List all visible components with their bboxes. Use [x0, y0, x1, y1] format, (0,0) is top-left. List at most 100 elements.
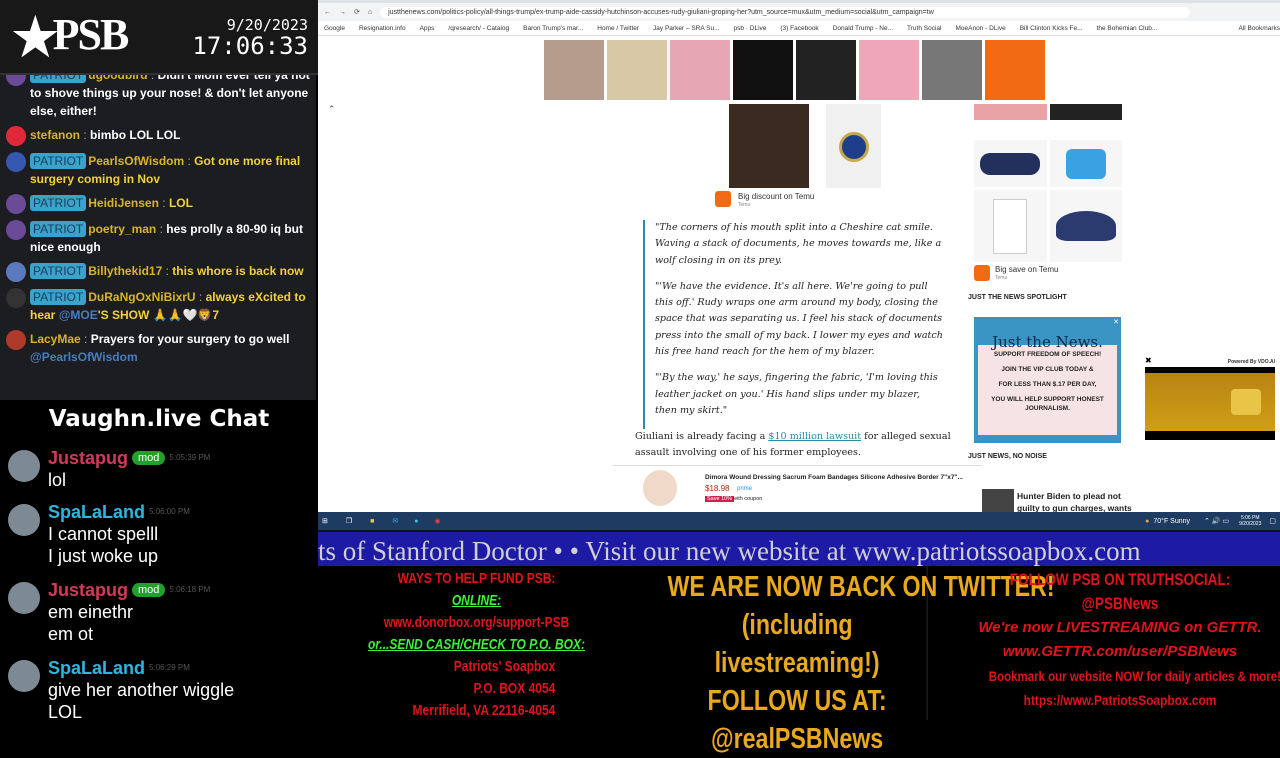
chat-text: give her another wiggle	[48, 680, 235, 700]
mail-icon[interactable]: ✉	[392, 517, 398, 525]
panel-line: Bookmark our website NOW for daily artic…	[988, 668, 1280, 684]
user-avatar	[8, 582, 40, 614]
start-icon[interactable]: ⊞	[322, 517, 328, 525]
chat-username[interactable]: DuRaNgOxNiBixrU	[88, 290, 195, 304]
chat-username[interactable]: stefanon	[30, 128, 80, 142]
address-line: Merrifield, VA 22116-4054	[412, 702, 556, 719]
vdo-label: Powered By VDO.AI	[1227, 359, 1275, 365]
bookmark-item[interactable]: Apps	[420, 25, 435, 32]
close-icon[interactable]: ✕	[1113, 318, 1119, 326]
chat-message: PATRIOT DuRaNgOxNiBixrU : always eXcited …	[0, 285, 316, 327]
reload-icon[interactable]: ⟳	[354, 8, 360, 16]
lawsuit-link[interactable]: $10 million lawsuit	[768, 431, 861, 442]
scroll-up-icon[interactable]: ⌃	[328, 104, 336, 115]
bookmark-item[interactable]: Home / Twitter	[597, 25, 639, 32]
chat-message: PATRIOT Billythekid17 : this whore is bac…	[0, 259, 316, 285]
chat-message: PATRIOT PearlsOfWisdom : Got one more fin…	[0, 149, 316, 191]
weather-text[interactable]: 70°F Sunny	[1153, 518, 1190, 525]
chat-username[interactable]: HeidiJensen	[88, 196, 159, 210]
chat-message: PATRIOT HeidiJensen : LOL	[0, 191, 316, 217]
address-line: P.O. BOX 4054	[473, 680, 556, 697]
close-icon[interactable]: ✖	[1145, 356, 1152, 365]
ad-banner[interactable]	[544, 40, 1049, 100]
panel-line: We're now LIVESTREAMING on GETTR.	[978, 619, 1262, 636]
chat-mention[interactable]: @MOE	[59, 308, 98, 322]
news-thumbnail[interactable]	[982, 489, 1014, 512]
chat-username[interactable]: Billythekid17	[88, 264, 162, 278]
edge-icon[interactable]: ●	[414, 518, 418, 525]
panel-line: www.GETTR.com/user/PSBNews	[1002, 643, 1238, 660]
prime-badge: prime	[737, 486, 753, 492]
chat-username[interactable]: Justapug	[48, 448, 128, 468]
panel-heading: WAYS TO HELP FUND PSB:	[397, 570, 556, 587]
chat-username[interactable]: ugoodbird	[88, 75, 147, 82]
bookmark-item[interactable]: Baron Trump's mar...	[523, 25, 583, 32]
task-view-icon[interactable]: ❐	[346, 517, 352, 525]
home-icon[interactable]: ⌂	[368, 9, 372, 16]
bookmark-item[interactable]: Donald Trump - Ne...	[833, 25, 893, 32]
chat-text: LOL	[48, 702, 83, 720]
chat-username[interactable]: SpaLaLand	[48, 502, 145, 522]
ad-source: Temu	[738, 202, 751, 208]
forward-icon[interactable]: →	[339, 9, 346, 16]
bookmark-item[interactable]: psb · DLive	[734, 25, 767, 32]
ad-product-image[interactable]	[826, 104, 881, 188]
user-avatar	[6, 152, 26, 172]
url-input[interactable]: justthenews.com/politics-policy/all-thin…	[380, 6, 1190, 18]
browser-window: ← → ⟳ ⌂ justthenews.com/politics-policy/all…	[318, 0, 1280, 512]
ad-line: JOIN THE VIP CLUB TODAY &	[1001, 366, 1094, 373]
jtn-logo: Just the News.	[992, 333, 1103, 351]
bookmark-item[interactable]: Truth Social	[907, 25, 941, 32]
bookmark-item[interactable]: All Bookmarks	[1238, 25, 1280, 32]
bookmark-item[interactable]: Bill Clinton Kicks Fe...	[1020, 25, 1083, 32]
ad-caption[interactable]: Big discount on Temu	[738, 192, 814, 201]
bookmark-item[interactable]: Resignation.info	[359, 25, 406, 32]
chat-username[interactable]: LacyMae	[30, 332, 81, 346]
bookmark-item[interactable]: MoeAnon - DLive	[955, 25, 1005, 32]
user-avatar	[8, 660, 40, 692]
tray-icons[interactable]: ⌃ 🔊 ▭	[1204, 517, 1229, 525]
chat-text: this whore is back now	[172, 264, 304, 278]
news-headline[interactable]: Hunter Biden to plead not guilty to gun …	[1017, 490, 1137, 512]
psb-logo: ★PSB	[12, 10, 129, 67]
chat-text: em einethr	[48, 602, 134, 622]
weather-icon: ●	[1145, 517, 1150, 525]
dlive-chat: PATRIOT ugoodbird : Didn't Mom ever tell …	[0, 75, 316, 400]
blockquote: "The corners of his mouth split into a C…	[643, 220, 943, 430]
chat-mention[interactable]: @PearlsOfWisdom	[30, 350, 138, 364]
overlay-clock: 17:06:33	[192, 32, 308, 60]
taskbar-clock[interactable]: 5:06 PM 9/20/2023	[1239, 515, 1261, 527]
back-icon[interactable]: ←	[324, 9, 331, 16]
patriot-badge: PATRIOT	[30, 221, 87, 237]
file-explorer-icon[interactable]: ■	[370, 518, 374, 525]
patriot-badge: PATRIOT	[30, 263, 87, 279]
notifications-icon[interactable]: ▢	[1269, 517, 1276, 525]
chat-username[interactable]: Justapug	[48, 580, 128, 600]
panel-line: https://www.PatriotsSoapbox.com	[1023, 692, 1217, 708]
windows-taskbar: ⊞ ❐ ■ ✉ ● ◉ ● 70°F Sunny ⌃ 🔊 ▭ 5:06 PM 9/…	[318, 512, 1280, 530]
panel-line: FOLLOW PSB ON TRUTHSOCIAL:	[1009, 570, 1231, 589]
section-heading: JUST THE NEWS SPOTLIGHT	[968, 294, 1067, 301]
jtn-vip-ad[interactable]: ✕ Just the News. SUPPORT FREEDOM OF SPEE…	[974, 317, 1121, 443]
vdo-video-player[interactable]: ✖ Powered By VDO.AI	[1145, 356, 1280, 442]
bookmark-item[interactable]: (3) Facebook	[780, 25, 818, 32]
chrome-icon[interactable]: ◉	[435, 517, 441, 525]
bookmark-item[interactable]: Google	[324, 25, 345, 32]
ad-product-image[interactable]	[729, 104, 809, 188]
chat-text: I just woke up	[48, 546, 159, 566]
bookmark-item[interactable]: Jay Parker – SRA Su...	[653, 25, 719, 32]
fund-psb-panel: WAYS TO HELP FUND PSB: ONLINE: www.donor…	[350, 566, 604, 720]
bookmark-item[interactable]: /qresearch/ - Catalog	[448, 25, 509, 32]
chat-message: PATRIOT poetry_man : hes prolly a 80-90 i…	[0, 217, 316, 259]
ad-caption[interactable]: Big save on Temu	[995, 265, 1058, 274]
vaughn-chat: Vaughn.live Chat Justapug mod 5:05:39 PM lo…	[0, 400, 316, 720]
amazon-ad-title[interactable]: Dimora Wound Dressing Sacrum Foam Bandag…	[705, 474, 963, 481]
amazon-ad[interactable]: Dimora Wound Dressing Sacrum Foam Bandag…	[613, 465, 983, 512]
chat-username[interactable]: SpaLaLand	[48, 658, 145, 678]
chat-username[interactable]: poetry_man	[88, 222, 156, 236]
chat-text: lol	[48, 470, 67, 490]
chat-username[interactable]: PearlsOfWisdom	[88, 154, 184, 168]
message-timestamp: 5:06:00 PM	[149, 507, 190, 516]
bookmark-item[interactable]: the Bohemian Club...	[1097, 25, 1158, 32]
temu-ad-grid[interactable]	[974, 104, 1122, 262]
